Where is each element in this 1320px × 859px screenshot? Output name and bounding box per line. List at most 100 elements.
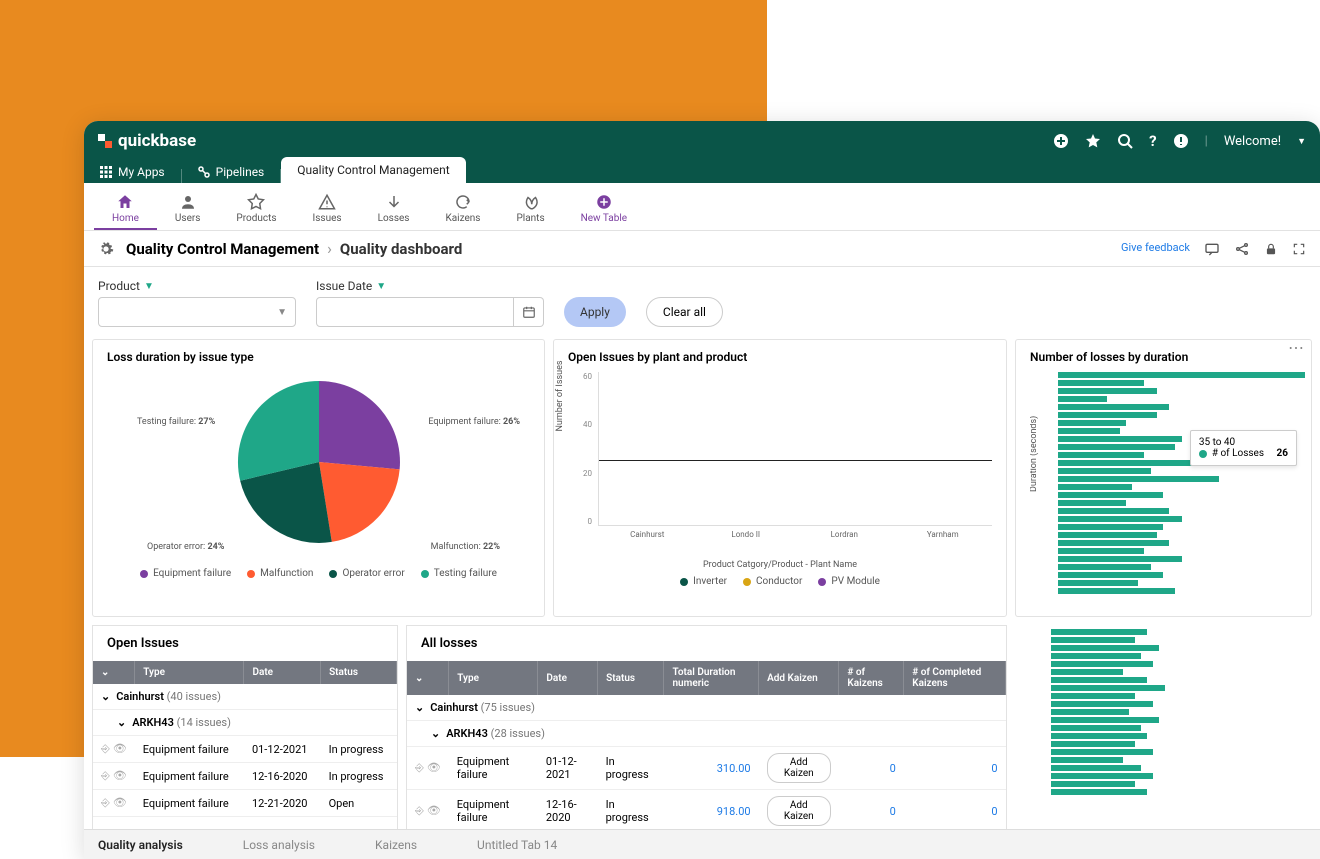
chevron-down-icon: ⌄ (415, 673, 423, 684)
more-menu-icon[interactable]: ⋯ (1288, 338, 1305, 357)
expand-col-header[interactable]: ⌄ (93, 661, 135, 684)
give-feedback-link[interactable]: Give feedback (1121, 242, 1190, 254)
table-row[interactable]: ⎆👁 Equipment failure 01-12-2021 In progr… (407, 747, 1006, 790)
chevron-down-icon: ⌄ (101, 690, 110, 703)
logo-mark-icon (98, 134, 112, 148)
breadcrumb-bar: Quality Control Management › Quality das… (84, 231, 1320, 267)
funnel-icon: ▼ (144, 281, 154, 292)
search-icon[interactable] (1117, 133, 1133, 149)
group-row[interactable]: ⌄Cainhurst (40 issues) (93, 684, 397, 710)
hbar-chart (1058, 372, 1305, 594)
star-icon[interactable] (1085, 133, 1101, 149)
table-toolbar: Home Users Products Issues Losses Kaizen… (84, 183, 1320, 231)
gear-icon[interactable] (98, 241, 114, 257)
all-losses-title: All losses (407, 626, 1006, 661)
toolbar-home[interactable]: Home (94, 189, 157, 230)
hbar-continuation (1015, 625, 1312, 834)
table-row[interactable]: ⎆👁 Equipment failure 12-16-2020 In progr… (407, 790, 1006, 833)
toolbar-new-table[interactable]: New Table (563, 189, 645, 230)
pie-chart (229, 372, 409, 552)
pie-label-operator: Operator error: 24% (147, 542, 224, 552)
filter-product-label: Product (98, 279, 140, 293)
lock-icon[interactable] (1264, 242, 1278, 256)
bottom-tab-untitled[interactable]: Untitled Tab 14 (477, 838, 557, 852)
group-row[interactable]: ⌄ARKH43 (14 issues) (93, 710, 397, 736)
group-row[interactable]: ⌄ARKH43 (28 issues) (407, 721, 1006, 747)
table-row[interactable]: ⎆👁Equipment failure12-16-2020In progress (93, 763, 397, 790)
chat-icon[interactable] (1204, 241, 1220, 257)
table-row[interactable]: ⎆👁Equipment failure01-12-2021In progress (93, 736, 397, 763)
eye-icon: 👁 (113, 769, 127, 783)
breadcrumb-app[interactable]: Quality Control Management (126, 240, 319, 258)
product-select[interactable]: ▼ (98, 297, 296, 327)
clip-icon: ⎆ (101, 796, 110, 810)
filter-bar: Product ▼ ▼ Issue Date ▼ Apply Clear all (84, 267, 1320, 339)
hbar-chart-card: ⋯ Number of losses by duration Duration … (1015, 339, 1312, 617)
add-kaizen-button[interactable]: Add Kaizen (767, 753, 831, 783)
nav-my-apps[interactable]: My Apps (84, 161, 181, 183)
add-kaizen-button[interactable]: Add Kaizen (767, 796, 831, 826)
eye-icon: 👁 (427, 761, 441, 775)
calendar-button[interactable] (514, 297, 544, 327)
pie-legend: Equipment failure Malfunction Operator e… (107, 568, 530, 579)
pie-title: Loss duration by issue type (107, 350, 530, 364)
all-losses-card: All losses ⌄ Type Date Status Total Dura… (406, 625, 1007, 834)
chevron-down-icon: ⌄ (431, 727, 440, 740)
apply-button[interactable]: Apply (564, 297, 626, 327)
nav-pipelines[interactable]: Pipelines (182, 161, 281, 183)
bottom-tabs: Quality analysis Loss analysis Kaizens U… (84, 829, 1320, 859)
bar-chart (598, 372, 992, 526)
secondary-nav: My Apps Pipelines Quality Control Manage… (84, 161, 1320, 183)
bottom-tab-loss[interactable]: Loss analysis (243, 838, 315, 852)
chart-tooltip: 35 to 40 # of Losses 26 (1190, 430, 1297, 466)
share-icon[interactable] (1234, 241, 1250, 257)
bottom-tab-kaizens[interactable]: Kaizens (375, 838, 417, 852)
pie-label-testing: Testing failure: 27% (137, 417, 215, 427)
issue-date-input[interactable] (316, 297, 514, 327)
chevron-down-icon: ⌄ (117, 716, 126, 729)
filter-date-label: Issue Date (316, 279, 372, 293)
eye-icon: 👁 (113, 742, 127, 756)
clear-all-button[interactable]: Clear all (646, 297, 723, 327)
topbar: quickbase ? | Welcome! ▼ (84, 121, 1320, 161)
fullscreen-icon[interactable] (1292, 242, 1306, 256)
toolbar-losses[interactable]: Losses (360, 189, 428, 230)
toolbar-issues[interactable]: Issues (295, 189, 360, 230)
nav-active-app[interactable]: Quality Control Management (281, 157, 465, 183)
toolbar-kaizens[interactable]: Kaizens (427, 189, 498, 230)
clip-icon: ⎆ (415, 761, 424, 775)
chevron-down-icon: ▼ (277, 307, 287, 318)
hbar-title: Number of losses by duration (1030, 350, 1305, 364)
eye-icon: 👁 (113, 796, 127, 810)
breadcrumb-page: Quality dashboard (340, 240, 462, 258)
plus-icon[interactable] (1053, 133, 1069, 149)
alert-icon[interactable] (1173, 133, 1189, 149)
clip-icon: ⎆ (101, 769, 110, 783)
welcome-label[interactable]: Welcome! (1224, 134, 1281, 149)
toolbar-users[interactable]: Users (157, 189, 219, 230)
open-issues-card: Open Issues ⌄ Type Date Status ⌄Cainhurs… (92, 625, 398, 834)
funnel-icon: ▼ (376, 281, 386, 292)
eye-icon: 👁 (427, 804, 441, 818)
chevron-right-icon: › (327, 239, 332, 258)
expand-col-header[interactable]: ⌄ (407, 661, 449, 695)
logo: quickbase (98, 131, 196, 151)
bar-ylabel: Number of Issues (555, 361, 565, 432)
clip-icon: ⎆ (415, 804, 424, 818)
bar-chart-card: Open Issues by plant and product Number … (553, 339, 1007, 617)
group-row[interactable]: ⌄Cainhurst (75 issues) (407, 695, 1006, 721)
toolbar-products[interactable]: Products (218, 189, 294, 230)
chevron-down-icon: ⌄ (101, 667, 109, 678)
bar-legend: Inverter Conductor PV Module (568, 576, 992, 587)
clip-icon: ⎆ (101, 742, 110, 756)
toolbar-plants[interactable]: Plants (498, 189, 562, 230)
pie-chart-card: Loss duration by issue type Equipment fa… (92, 339, 545, 617)
chevron-down-icon: ⌄ (415, 701, 424, 714)
hbar-ylabel: Duration (seconds) (1030, 416, 1039, 492)
bottom-tab-quality[interactable]: Quality analysis (98, 838, 183, 852)
pie-label-malfunction: Malfunction: 22% (431, 542, 500, 552)
pie-label-equipment: Equipment failure: 26% (428, 417, 520, 427)
table-row[interactable]: ⎆👁Equipment failure12-21-2020Open (93, 790, 397, 817)
chevron-down-icon[interactable]: ▼ (1297, 136, 1306, 147)
help-icon[interactable]: ? (1149, 132, 1156, 150)
